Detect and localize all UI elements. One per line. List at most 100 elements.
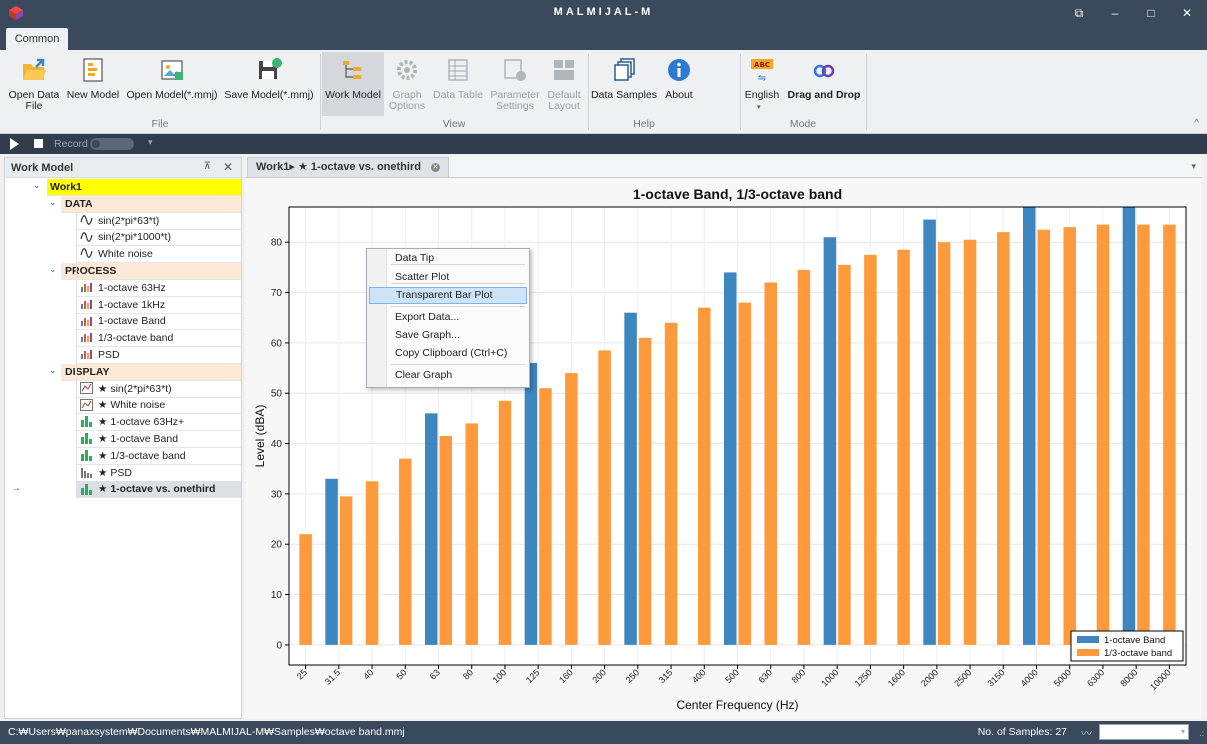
chevron-down-icon[interactable]: ⌄ <box>49 261 57 277</box>
record-toggle[interactable] <box>90 138 134 150</box>
menu-item-data-tip[interactable]: Data Tip <box>369 250 527 267</box>
about-label: About <box>665 89 693 101</box>
tree-item[interactable]: White noise <box>77 246 241 264</box>
save-model-icon <box>259 58 282 79</box>
tree-section-process[interactable]: PROCESS <box>61 263 241 280</box>
minimize-button[interactable]: – <box>1097 0 1133 26</box>
x-tick-label: 31.5 <box>323 667 342 686</box>
y-tick-label: 70 <box>271 288 283 299</box>
wave-icon <box>80 248 93 259</box>
tree-item[interactable]: 1-octave Band <box>77 313 241 331</box>
open-model-label: Open Model(*.mmj) <box>126 89 218 101</box>
tab-common[interactable]: Common <box>6 28 68 50</box>
x-tick-label: 50 <box>395 667 409 681</box>
tree-item[interactable]: ★ 1/3-octave band <box>77 448 241 465</box>
play-icon[interactable] <box>10 138 19 150</box>
drag-and-drop-label: Drag and Drop <box>787 89 861 101</box>
bar-1-octave <box>1122 207 1136 645</box>
y-tick-label: 80 <box>271 238 283 249</box>
gear-icon <box>397 60 417 80</box>
tree-section-display[interactable]: DISPLAY <box>61 363 241 381</box>
x-tick-label: 2000 <box>919 667 940 688</box>
document-tab[interactable]: Work1▸ ★ 1-octave vs. onethird ✕ <box>247 157 449 177</box>
pin-icon[interactable]: ⊼ <box>204 161 211 172</box>
maximize-button[interactable]: □ <box>1133 0 1169 26</box>
group-mode-label: Mode <box>789 118 817 130</box>
default-layout-button[interactable]: Default Layout <box>544 52 584 116</box>
document-menu-dropdown[interactable]: ▾ <box>1191 161 1196 172</box>
tree-item[interactable]: ★ 1-octave 63Hz+ <box>77 414 241 432</box>
y-tick-label: 20 <box>271 540 283 551</box>
wave-icon <box>80 231 93 242</box>
tree-item[interactable]: PSD <box>77 347 241 364</box>
tree-item[interactable]: ★ sin(2*pi*63*t) <box>77 381 241 398</box>
bar-1-3-octave <box>598 350 611 645</box>
tree-item-selected[interactable]: ★ 1-octave vs. onethird <box>77 481 241 499</box>
restore-layout-button[interactable]: ⧉ <box>1061 0 1097 26</box>
tree-item[interactable]: ★ 1-octave Band <box>77 431 241 448</box>
tree-item[interactable]: sin(2*pi*63*t) <box>77 213 241 230</box>
bar-1-3-octave <box>664 322 678 645</box>
bar-1-3-octave <box>864 254 877 645</box>
language-english-button[interactable]: ABC ⇋ English <box>742 52 782 116</box>
tree-item-label: ★ sin(2*pi*63*t) <box>98 382 172 395</box>
close-button[interactable]: ✕ <box>1169 0 1205 26</box>
bar-1-octave <box>524 363 538 645</box>
about-button[interactable]: About <box>660 52 698 116</box>
y-tick-label: 60 <box>271 338 283 349</box>
open-model-button[interactable]: Open Model(*.mmj) <box>124 52 220 116</box>
record-options-dropdown[interactable]: ▾ <box>148 137 153 148</box>
tree-item[interactable]: ★ PSD <box>77 465 241 482</box>
tree-item[interactable]: 1-octave 63Hz <box>77 280 241 297</box>
tree-root-work1[interactable]: Work1 <box>47 179 241 196</box>
work-model-button[interactable]: Work Model <box>322 52 384 116</box>
save-model-button[interactable]: Save Model(*.mmj) <box>224 52 314 116</box>
tab-close-icon[interactable]: ✕ <box>430 162 440 172</box>
bar-1-octave <box>425 413 438 645</box>
panel-header: Work Model ⊼ ✕ <box>5 158 241 178</box>
bar-1-3-octave <box>997 232 1010 645</box>
drag-and-drop-button[interactable]: Drag and Drop <box>786 52 862 116</box>
tree-item-label: ★ PSD <box>98 466 132 479</box>
spectrum-icon <box>81 283 92 293</box>
data-samples-button[interactable]: Data Samples <box>590 52 658 116</box>
menu-item-copy-clipboard-ctrl-c[interactable]: Copy Clipboard (Ctrl+C) <box>369 345 527 362</box>
menu-item-export-data[interactable]: Export Data... <box>369 309 527 326</box>
open-model-icon <box>161 60 183 80</box>
bar-plot-icon <box>81 450 92 462</box>
tree-item-label: 1/3-octave band <box>98 332 174 345</box>
english-dropdown-icon[interactable]: ▾ <box>757 103 761 111</box>
bar-1-3-octave <box>937 242 951 645</box>
tree-item[interactable]: 1-octave 1kHz <box>77 297 241 314</box>
chevron-down-icon[interactable]: ⌄ <box>33 177 41 193</box>
tree-item-label: 1-octave 1kHz <box>98 298 166 311</box>
data-table-button[interactable]: Data Table <box>430 52 486 116</box>
ribbon-collapse-button[interactable]: ^ <box>1194 118 1199 129</box>
bar-1-3-octave <box>738 302 751 645</box>
bar-1-3-octave <box>797 269 811 645</box>
menu-item-transparent-bar-plot[interactable]: Transparent Bar Plot <box>369 287 527 304</box>
menu-item-clear-graph[interactable]: Clear Graph <box>369 367 527 384</box>
menu-item-save-graph[interactable]: Save Graph... <box>369 327 527 344</box>
new-model-button[interactable]: New Model <box>66 52 120 116</box>
legend-swatch-1-octave <box>1077 636 1099 643</box>
chevron-down-icon[interactable]: ⌄ <box>49 194 57 210</box>
tree-item[interactable]: 1/3-octave band <box>77 330 241 348</box>
open-data-file-button[interactable]: Open Data File <box>6 52 62 116</box>
resize-grip-icon[interactable]: .: <box>1200 729 1204 738</box>
x-tick-label: 40 <box>361 667 375 681</box>
tree-item[interactable]: ★ White noise <box>77 397 241 415</box>
default-layout-label: Default Layout <box>547 89 581 112</box>
status-dropdown[interactable]: ▾ <box>1099 724 1189 740</box>
menu-item-scatter-plot[interactable]: Scatter Plot <box>369 269 527 286</box>
stop-icon[interactable] <box>34 139 43 148</box>
chevron-down-icon[interactable]: ⌄ <box>49 362 57 378</box>
graph-options-button[interactable]: Graph Options <box>386 52 428 116</box>
spectrum-icon <box>81 299 92 309</box>
tree-item[interactable]: sin(2*pi*1000*t) <box>77 229 241 247</box>
tree-section-data[interactable]: DATA <box>61 195 241 213</box>
bar-1-3-octave <box>1096 224 1110 645</box>
chart-title: 1-octave Band, 1/3-octave band <box>633 186 842 202</box>
parameter-settings-button[interactable]: Parameter Settings <box>488 52 542 116</box>
panel-close-icon[interactable]: ✕ <box>223 160 233 174</box>
